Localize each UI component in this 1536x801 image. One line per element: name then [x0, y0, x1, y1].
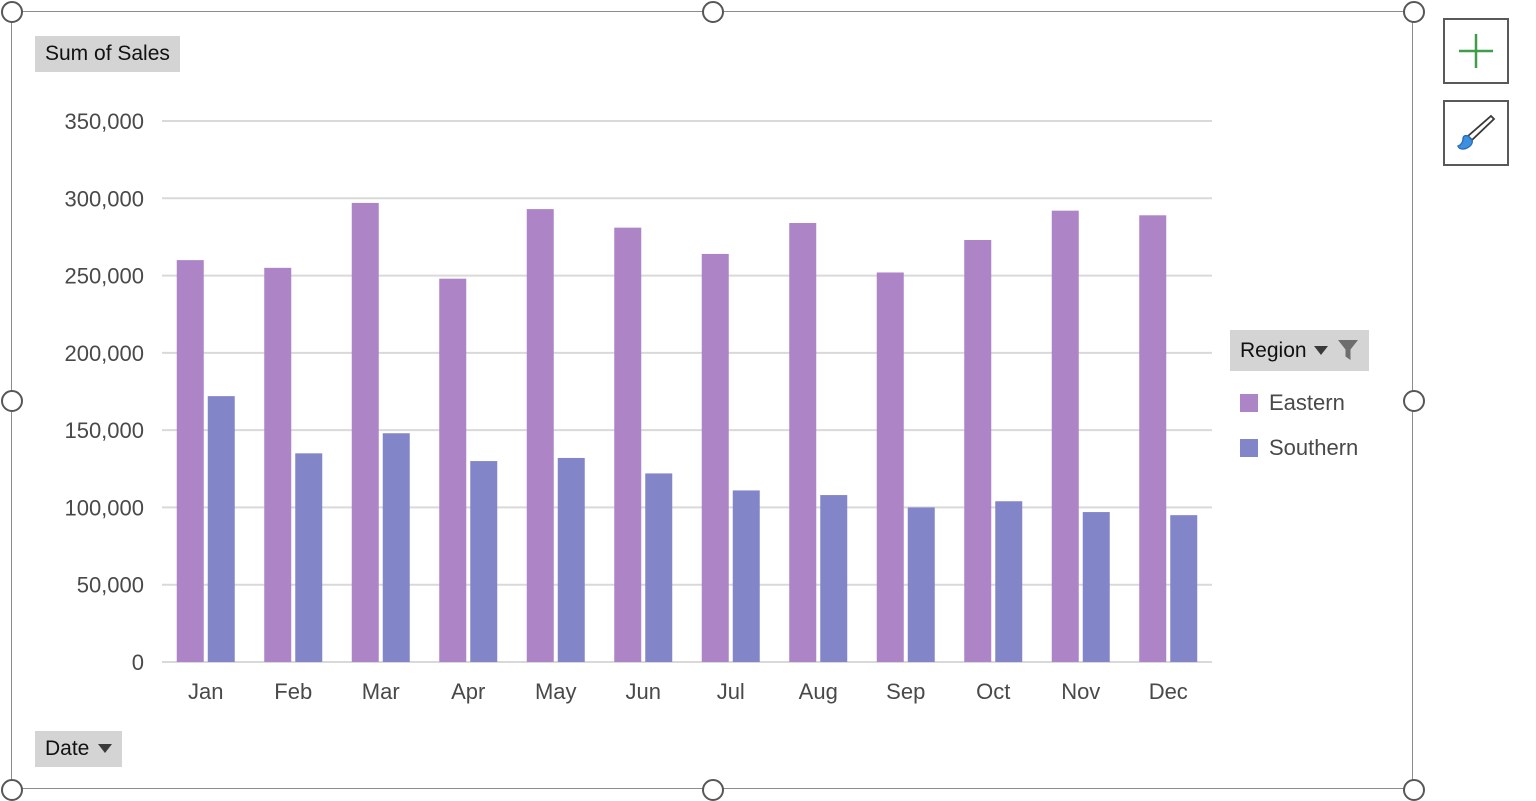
x-axis-tick-label: Nov — [1061, 679, 1100, 704]
legend-swatch — [1240, 439, 1258, 457]
chevron-down-icon — [98, 744, 113, 753]
resize-handle-bottom-right[interactable] — [1403, 779, 1425, 801]
value-field-button[interactable]: Sum of Sales — [35, 36, 180, 72]
x-axis-tick-label: Feb — [274, 679, 312, 704]
x-axis-tick-labels: Jan Feb Mar Apr May Jun Jul Aug Sep Oct Nov Dec — [188, 679, 1188, 704]
bar[interactable] — [1082, 512, 1110, 662]
y-axis-tick-label: 150,000 — [64, 418, 144, 443]
pivotchart-object[interactable]: 0 50,000 100,000 150,000 200,000 250,000 300,0… — [1, 1, 1425, 801]
bar[interactable] — [789, 223, 817, 662]
y-axis-tick-label: 200,000 — [64, 341, 144, 366]
resize-handle-top-center[interactable] — [702, 1, 724, 23]
legend-field-button[interactable]: Region — [1230, 330, 1369, 371]
y-axis-tick-label: 0 — [132, 650, 144, 675]
legend-entries: Eastern Southern — [1230, 390, 1395, 461]
bar[interactable] — [176, 260, 204, 662]
bar[interactable] — [876, 272, 904, 662]
bar-series-group[interactable] — [176, 202, 1198, 662]
resize-handle-top-right[interactable] — [1403, 1, 1425, 23]
legend-entry-label: Southern — [1269, 435, 1359, 460]
legend-swatch — [1240, 394, 1258, 412]
y-axis-tick-label: 300,000 — [64, 186, 144, 211]
resize-handle-bottom-center[interactable] — [702, 779, 724, 801]
bar[interactable] — [614, 227, 642, 662]
bar[interactable] — [701, 253, 729, 662]
axis-field-label: Date — [45, 737, 90, 760]
x-axis-tick-label: Oct — [976, 679, 1010, 704]
bar[interactable] — [1170, 515, 1198, 662]
x-axis-tick-label: Mar — [362, 679, 400, 704]
bar[interactable] — [264, 267, 292, 662]
x-axis-tick-label: May — [535, 679, 577, 704]
bar[interactable] — [995, 501, 1023, 662]
legend-field-label: Region — [1240, 338, 1307, 362]
chevron-down-icon — [1313, 345, 1328, 355]
bar[interactable] — [964, 240, 992, 662]
filter-icon[interactable] — [1335, 337, 1361, 363]
bar[interactable] — [907, 507, 935, 662]
axis-field-button[interactable]: Date — [35, 731, 123, 767]
bar[interactable] — [439, 278, 467, 662]
y-axis-tick-labels: 0 50,000 100,000 150,000 200,000 250,000 300,0… — [64, 109, 144, 675]
resize-handle-bottom-left[interactable] — [1, 779, 23, 801]
chart-styles-button[interactable] — [1443, 100, 1509, 166]
bar[interactable] — [557, 457, 585, 662]
x-axis-tick-label: Apr — [451, 679, 485, 704]
chart-canvas: 0 50,000 100,000 150,000 200,000 250,000 300,0… — [64, 109, 1212, 704]
bar[interactable] — [1139, 215, 1167, 662]
x-axis-tick-label: Aug — [799, 679, 838, 704]
chart-side-buttons — [1443, 18, 1509, 166]
legend-entry: Eastern — [1230, 390, 1395, 416]
x-axis-tick-label: Jun — [626, 679, 661, 704]
bar[interactable] — [295, 453, 323, 662]
y-axis-tick-label: 250,000 — [64, 264, 144, 289]
bar[interactable] — [820, 495, 848, 662]
x-axis-tick-label: Sep — [886, 679, 925, 704]
value-field-label: Sum of Sales — [45, 42, 170, 65]
bar[interactable] — [382, 433, 410, 662]
y-axis-tick-label: 100,000 — [64, 495, 144, 520]
bar[interactable] — [1051, 210, 1079, 662]
y-axis-tick-label: 50,000 — [77, 573, 144, 598]
bar[interactable] — [732, 490, 760, 662]
resize-handle-middle-left[interactable] — [1, 390, 23, 412]
x-axis-tick-label: Jul — [717, 679, 745, 704]
paintbrush-icon — [1457, 114, 1496, 150]
bar[interactable] — [470, 461, 498, 662]
resize-handle-top-left[interactable] — [1, 1, 23, 23]
x-axis-tick-label: Dec — [1149, 679, 1188, 704]
x-axis-tick-label: Jan — [188, 679, 223, 704]
bar[interactable] — [351, 202, 379, 662]
y-axis-tick-label: 350,000 — [64, 109, 144, 134]
plot-area[interactable]: 0 50,000 100,000 150,000 200,000 250,000 300,0… — [12, 12, 1414, 790]
bar[interactable] — [645, 473, 673, 662]
bar[interactable] — [207, 396, 235, 662]
chart-elements-button[interactable] — [1443, 18, 1509, 84]
legend-entry: Southern — [1230, 435, 1395, 461]
resize-handle-middle-right[interactable] — [1403, 390, 1425, 412]
legend-entry-label: Eastern — [1269, 390, 1345, 415]
plus-icon — [1459, 34, 1493, 68]
legend: Region Eastern Southern — [1230, 330, 1395, 461]
bar[interactable] — [526, 209, 554, 662]
